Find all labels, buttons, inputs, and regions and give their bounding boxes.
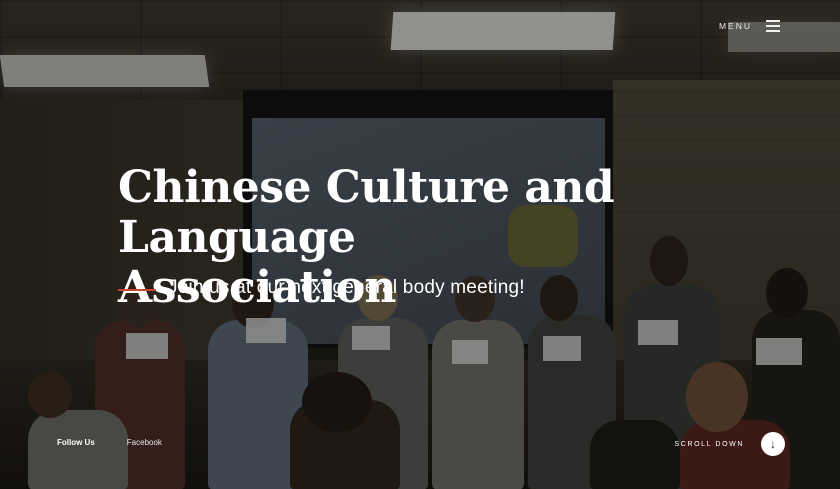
- menu-button[interactable]: MENU: [718, 20, 780, 32]
- scroll-down-label: SCROLL DOWN: [674, 440, 744, 448]
- follow-us-label: Follow Us: [57, 438, 95, 447]
- arrow-down-icon[interactable]: ↓: [761, 432, 785, 456]
- facebook-link[interactable]: Facebook: [127, 438, 162, 447]
- social-links: Follow Us Facebook: [57, 438, 162, 447]
- hero-subtitle: Join us at our next general body meeting…: [168, 277, 525, 298]
- scroll-down-button[interactable]: SCROLL DOWN ↓: [675, 432, 785, 456]
- menu-label: MENU: [718, 20, 752, 31]
- title-line-1: Chinese Culture and: [118, 162, 615, 213]
- hamburger-icon[interactable]: [766, 20, 780, 32]
- accent-line: [118, 289, 156, 291]
